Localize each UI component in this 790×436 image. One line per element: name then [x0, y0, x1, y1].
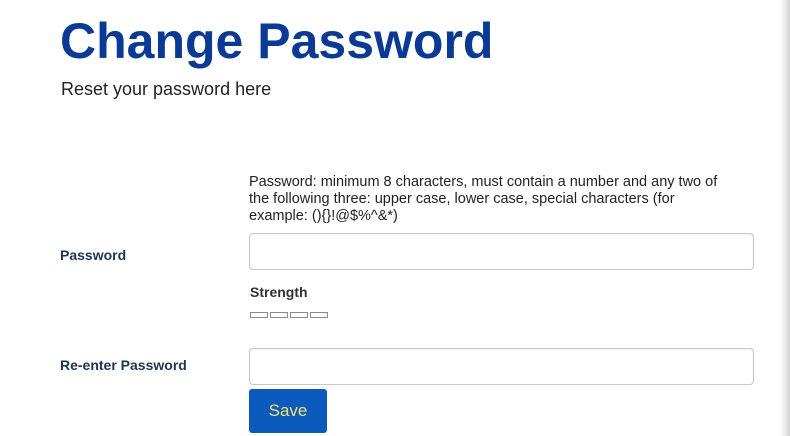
save-button[interactable]: Save [249, 389, 327, 433]
password-requirements-hint: Password: minimum 8 characters, must con… [249, 174, 718, 224]
password-strength-meter [250, 312, 328, 318]
strength-segment [310, 312, 328, 318]
strength-label: Strength [250, 284, 308, 300]
strength-segment [290, 312, 308, 318]
strength-segment [270, 312, 288, 318]
page-title: Change Password [60, 13, 494, 69]
page-subtitle: Reset your password here [61, 79, 272, 99]
password-label: Password [60, 247, 127, 263]
reenter-password-input[interactable] [249, 348, 754, 385]
reenter-password-label: Re-enter Password [60, 357, 187, 373]
window-edge-shadow [780, 0, 790, 436]
strength-segment [250, 312, 268, 318]
password-input[interactable] [249, 233, 754, 270]
